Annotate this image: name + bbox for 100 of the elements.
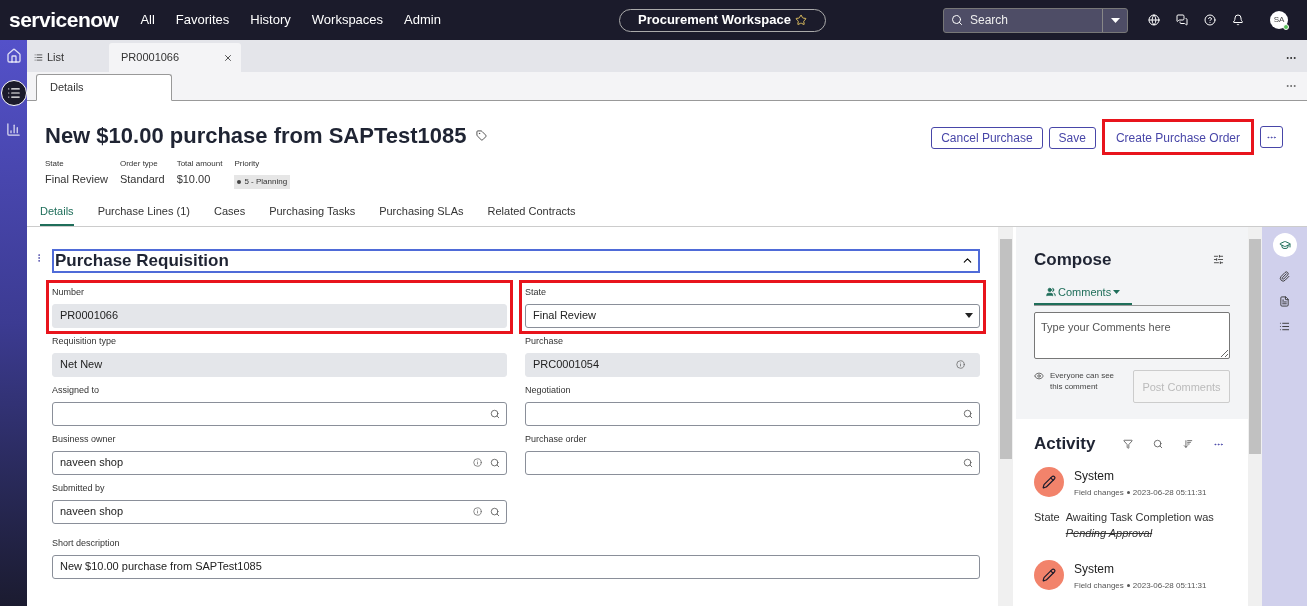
- action-button[interactable]: Cancel Purchase: [931, 127, 1043, 149]
- home-icon[interactable]: [5, 48, 22, 64]
- analytics-icon[interactable]: [6, 122, 21, 137]
- input-field[interactable]: Net New: [52, 352, 507, 377]
- settings-icon[interactable]: [1213, 253, 1224, 265]
- record-tab[interactable]: Purchase Lines (1): [97, 203, 190, 226]
- paperclip-icon[interactable]: [1279, 270, 1290, 282]
- section-header[interactable]: Purchase Requisition: [52, 248, 980, 273]
- caret-icon: [1110, 17, 1120, 23]
- search-icon: [951, 14, 963, 26]
- list-rail-button[interactable]: [0, 80, 27, 106]
- input-field[interactable]: [525, 401, 980, 426]
- chat-icon[interactable]: [1176, 14, 1188, 26]
- star-icon[interactable]: [794, 14, 807, 26]
- logo[interactable]: servicenow: [9, 4, 119, 36]
- field-label: Purchase order: [525, 432, 588, 446]
- search-icon[interactable]: [963, 457, 973, 468]
- nav-link[interactable]: History: [250, 10, 291, 30]
- visibility-note: Everyone can see this comment: [1050, 370, 1116, 393]
- list-icon: [6, 86, 21, 100]
- globe-icon[interactable]: [1148, 14, 1160, 26]
- activity-type: Field changes: [1074, 486, 1124, 499]
- old-value: Pending Approval: [1065, 526, 1154, 542]
- caret-icon: [965, 313, 973, 318]
- record-tab[interactable]: Purchasing Tasks: [269, 203, 356, 226]
- field-label: Business owner: [52, 432, 117, 446]
- meta-label: Priority: [234, 158, 261, 170]
- meta-value: $10.00: [176, 172, 212, 187]
- nav-link[interactable]: Favorites: [175, 10, 230, 30]
- nav-link[interactable]: Workspaces: [311, 10, 384, 30]
- meta-label: State: [45, 158, 65, 170]
- search-icon[interactable]: [963, 408, 973, 419]
- field-label: State: [525, 285, 547, 299]
- list-icon[interactable]: [1279, 320, 1290, 332]
- search-icon[interactable]: [490, 457, 500, 468]
- sort-icon[interactable]: [1183, 439, 1193, 449]
- change-value: Awaiting Task Completion was: [1065, 509, 1214, 525]
- action-button[interactable]: Save: [1048, 127, 1096, 149]
- workspace-tab[interactable]: PR0001066: [109, 43, 241, 72]
- state-select[interactable]: Final Review: [525, 303, 980, 328]
- tag-icon[interactable]: [476, 130, 488, 141]
- activity-avatar: [1034, 466, 1064, 497]
- user-avatar[interactable]: SA: [1270, 11, 1288, 29]
- info-icon[interactable]: [473, 507, 482, 516]
- input-field[interactable]: [52, 401, 507, 426]
- comment-field[interactable]: Type your Comments here: [1034, 312, 1230, 360]
- meta-label: Total amount: [176, 158, 223, 170]
- filter-icon[interactable]: [1123, 439, 1133, 449]
- field-label: Short description: [52, 536, 121, 550]
- field-label: Submitted by: [52, 481, 106, 495]
- meta-value: Final Review: [45, 172, 108, 187]
- input-field[interactable]: naveen shop: [52, 499, 507, 524]
- input-field[interactable]: New $10.00 purchase from SAPTest1085: [52, 554, 980, 579]
- details-tab[interactable]: Details: [36, 74, 172, 101]
- close-icon[interactable]: [223, 52, 233, 63]
- record-tab[interactable]: Purchasing SLAs: [379, 203, 464, 226]
- people-icon: [1046, 287, 1056, 297]
- record-tab[interactable]: Related Contracts: [487, 203, 576, 226]
- list-icon: [34, 53, 43, 62]
- nav-link[interactable]: Admin: [404, 10, 441, 30]
- workspace-tab[interactable]: List: [27, 43, 109, 72]
- more-actions-button[interactable]: [1260, 126, 1283, 148]
- field-label: Purchase: [525, 334, 565, 348]
- activity-author: System: [1074, 560, 1115, 578]
- eye-icon: [1034, 371, 1044, 382]
- search-icon[interactable]: [490, 408, 500, 419]
- field-label: Assigned to: [52, 383, 101, 397]
- field-label: Number: [52, 285, 85, 299]
- field-label: Negotiation: [525, 383, 572, 397]
- help-icon[interactable]: [1204, 14, 1216, 26]
- activity-time: 2023-06-28 05:11:31: [1132, 486, 1207, 499]
- notifications-icon[interactable]: [1232, 14, 1244, 26]
- input-field[interactable]: naveen shop: [52, 450, 507, 475]
- search-field[interactable]: Search: [943, 7, 1128, 33]
- record-tab[interactable]: Cases: [213, 203, 246, 226]
- graduation-cap-icon[interactable]: [1272, 232, 1297, 257]
- activity-time: 2023-06-28 05:11:31: [1132, 579, 1207, 592]
- compose-scrollbar[interactable]: [1248, 226, 1262, 606]
- info-icon[interactable]: [956, 360, 965, 369]
- action-button[interactable]: Create Purchase Order: [1107, 127, 1248, 149]
- meta-value: Standard: [119, 172, 165, 187]
- form-scrollbar[interactable]: [998, 226, 1013, 606]
- input-field[interactable]: [525, 450, 980, 475]
- activity-author: System: [1074, 467, 1115, 485]
- activity-title: Activity: [1034, 433, 1097, 456]
- caret-icon: [1113, 290, 1121, 294]
- nav-link[interactable]: All: [140, 10, 155, 30]
- input-field[interactable]: PRC0001054: [525, 352, 980, 377]
- comments-tab[interactable]: Comments: [1034, 283, 1133, 306]
- document-icon[interactable]: [1279, 295, 1290, 307]
- info-icon[interactable]: [473, 458, 482, 467]
- search-icon[interactable]: [1153, 439, 1163, 449]
- field-label: Requisition type: [52, 334, 118, 348]
- activity-type: Field changes: [1074, 579, 1124, 592]
- input-field[interactable]: PR0001066: [52, 303, 507, 328]
- record-title: New $10.00 purchase from SAPTest1085: [45, 122, 467, 150]
- meta-label: Order type: [119, 158, 159, 170]
- search-icon[interactable]: [490, 506, 500, 517]
- activity-avatar: [1034, 559, 1064, 590]
- record-tab[interactable]: Details: [40, 203, 74, 226]
